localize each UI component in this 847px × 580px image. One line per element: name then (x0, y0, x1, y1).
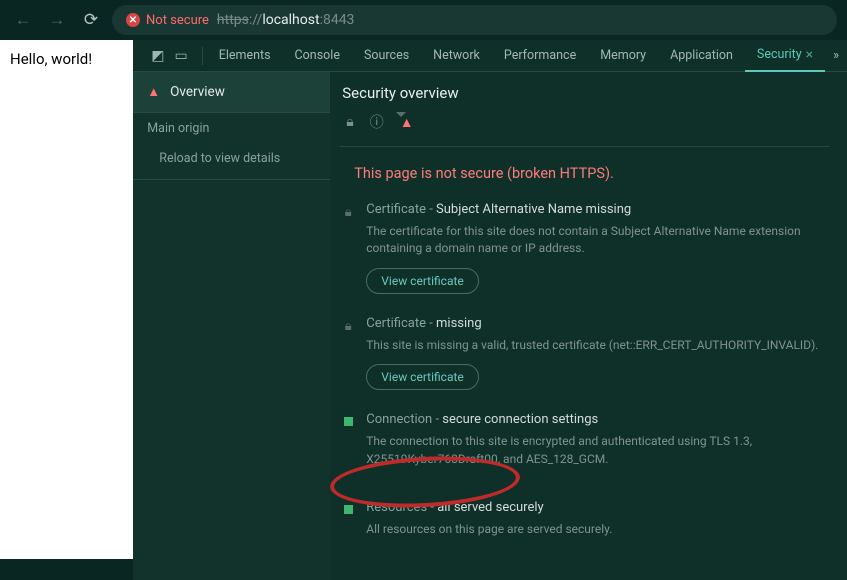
tab-separator (202, 47, 203, 65)
secure-indicator-icon (344, 505, 353, 514)
security-icon-row: 🔒︎ ⓘ ▲ (340, 110, 829, 138)
certificate-san-block: 🔒︎ Certificate - Subject Alternative Nam… (340, 202, 829, 294)
tab-elements[interactable]: Elements (207, 40, 283, 72)
not-secure-label: Not secure (146, 13, 209, 28)
cert-missing-desc: This site is missing a valid, trusted ce… (366, 337, 829, 354)
tab-sources[interactable]: Sources (352, 40, 421, 72)
tab-security[interactable]: Security× (745, 40, 825, 72)
connection-block: Connection - secure connection settings … (340, 412, 829, 478)
device-toolbar-icon[interactable]: ▭ (175, 48, 188, 64)
caret-down-icon (396, 112, 406, 117)
view-certificate-button[interactable]: View certificate (366, 364, 479, 390)
devtools-tabs: ◩ ▭ Elements Console Sources Network Per… (133, 40, 847, 72)
view-certificate-button[interactable]: View certificate (366, 268, 479, 294)
page-body-text: Hello, world! (10, 50, 92, 68)
inspect-icon[interactable]: ◩ (151, 48, 164, 64)
back-button[interactable]: ← (10, 7, 36, 33)
certificate-missing-block: 🔒︎ Certificate - missing This site is mi… (340, 316, 829, 390)
security-sidebar: ▲ Overview Main origin Reload to view de… (133, 72, 330, 580)
tab-network[interactable]: Network (421, 40, 492, 72)
not-secure-icon: ✕ (126, 13, 140, 27)
tab-performance[interactable]: Performance (492, 40, 588, 72)
page-viewport: Hello, world! (0, 40, 133, 559)
tab-application[interactable]: Application (658, 40, 745, 72)
insecure-heading: This page is not secure (broken HTTPS). (340, 165, 829, 182)
resources-block: Resources - all served securely All reso… (340, 500, 829, 548)
connection-desc: The connection to this site is encrypted… (366, 433, 829, 468)
url-text: https://localhost:8443 (217, 12, 355, 28)
reload-button[interactable]: ⟳ (78, 7, 104, 33)
lock-dim-icon: 🔒︎ (345, 205, 352, 294)
resources-desc: All resources on this page are served se… (366, 521, 829, 538)
tab-console[interactable]: Console (283, 40, 352, 72)
forward-button[interactable]: → (44, 7, 70, 33)
sidebar-reload-details[interactable]: Reload to view details (133, 144, 330, 173)
browser-top-bar: ← → ⟳ ✕ Not secure https://localhost:844… (0, 0, 847, 40)
warning-triangle-icon: ▲ (147, 84, 160, 100)
address-bar[interactable]: ✕ Not secure https://localhost:8443 (112, 5, 837, 35)
devtools-panel: ◩ ▭ Elements Console Sources Network Per… (133, 40, 847, 559)
secure-indicator-icon (344, 417, 353, 426)
security-overview-title: Security overview (340, 82, 829, 110)
lock-dim-icon: 🔒︎ (345, 319, 352, 390)
tab-memory[interactable]: Memory (588, 40, 658, 72)
lock-icon: 🔒︎ (346, 114, 353, 130)
not-secure-badge[interactable]: ✕ Not secure (126, 13, 209, 28)
close-tab-icon[interactable]: × (806, 47, 813, 63)
cert-san-desc: The certificate for this site does not c… (366, 223, 829, 258)
security-content: Security overview 🔒︎ ⓘ ▲ This page is no… (330, 72, 847, 580)
sidebar-overview[interactable]: ▲ Overview (133, 72, 330, 113)
divider (340, 146, 829, 147)
more-tabs-icon[interactable]: » (825, 48, 847, 63)
info-icon: ⓘ (370, 112, 384, 132)
sidebar-main-origin[interactable]: Main origin (133, 113, 330, 144)
